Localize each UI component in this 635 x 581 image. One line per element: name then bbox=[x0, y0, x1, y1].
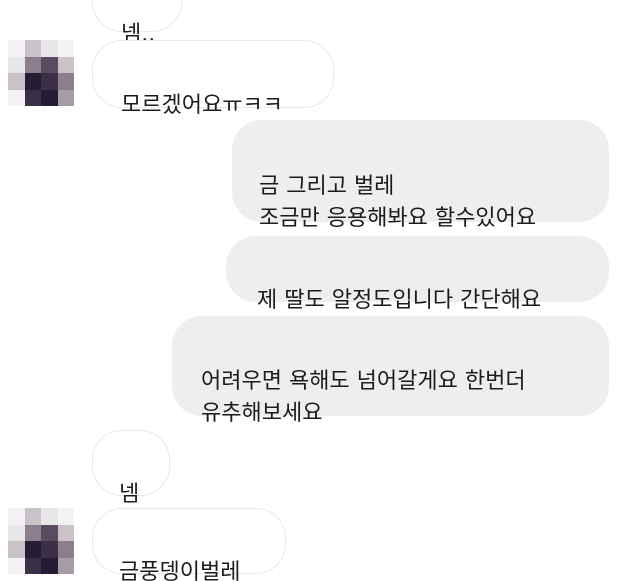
message-bubble-incoming[interactable]: 넴 bbox=[92, 430, 170, 507]
avatar-pixel bbox=[41, 557, 58, 574]
avatar-pixel bbox=[8, 557, 25, 574]
message-text: 어려우면 욕해도 넘어갈게요 한번더 유추해보세요 bbox=[201, 369, 526, 426]
message-bubble-outgoing[interactable]: 어려우면 욕해도 넘어갈게요 한번더 유추해보세요 bbox=[172, 316, 609, 426]
avatar-pixel bbox=[8, 541, 25, 558]
avatar-pixel bbox=[8, 508, 25, 525]
avatar-pixel bbox=[24, 73, 41, 90]
avatar-pixel bbox=[41, 541, 58, 558]
avatar-pixel bbox=[57, 40, 74, 57]
message-bubble-incoming[interactable]: 넴.. bbox=[92, 0, 182, 47]
avatar-pixel bbox=[57, 541, 74, 558]
avatar-pixel bbox=[8, 56, 25, 73]
avatar-pixel bbox=[24, 89, 41, 106]
avatar-pixel bbox=[24, 557, 41, 574]
message-text: 모르겠어요ㅠㅋㅋ bbox=[121, 93, 283, 118]
avatar-pixel bbox=[8, 524, 25, 541]
avatar-pixel bbox=[41, 56, 58, 73]
avatar-pixel bbox=[57, 89, 74, 106]
message-bubble-incoming[interactable]: 금풍뎅이벌레 bbox=[92, 508, 286, 581]
avatar-pixel bbox=[24, 508, 41, 525]
message-bubble-incoming[interactable]: 모르겠어요ㅠㅋㅋ bbox=[92, 40, 334, 118]
avatar-pixel bbox=[41, 40, 58, 57]
message-text: 제 딸도 알정도입니다 간단해요 bbox=[257, 288, 542, 313]
avatar-pixel bbox=[57, 557, 74, 574]
avatar-pixel bbox=[57, 56, 74, 73]
avatar-pixel bbox=[24, 40, 41, 57]
message-text: 넴 bbox=[119, 482, 140, 507]
sender-avatar[interactable] bbox=[8, 40, 74, 106]
sender-avatar[interactable] bbox=[8, 508, 74, 574]
avatar-pixel bbox=[8, 89, 25, 106]
avatar-pixel bbox=[8, 73, 25, 90]
avatar-pixel bbox=[8, 40, 25, 57]
message-text: 금풍뎅이벌레 bbox=[119, 560, 241, 581]
message-text: 금 그리고 벌레 조금만 응용해봐요 할수있어요 bbox=[259, 174, 537, 231]
message-bubble-outgoing[interactable]: 제 딸도 알정도입니다 간단해요 bbox=[226, 236, 609, 313]
avatar-pixel bbox=[57, 524, 74, 541]
avatar-pixel bbox=[41, 524, 58, 541]
avatar-pixel bbox=[57, 73, 74, 90]
avatar-pixel bbox=[57, 508, 74, 525]
avatar-pixel bbox=[41, 89, 58, 106]
message-bubble-outgoing[interactable]: 금 그리고 벌레 조금만 응용해봐요 할수있어요 bbox=[232, 120, 609, 231]
avatar-pixel bbox=[41, 508, 58, 525]
avatar-pixel bbox=[24, 524, 41, 541]
avatar-pixel bbox=[41, 73, 58, 90]
avatar-pixel bbox=[24, 541, 41, 558]
avatar-pixel bbox=[24, 56, 41, 73]
chat-thread: 넴.. 모르겠어요ㅠㅋㅋ 금 그리고 벌레 조금만 응용해봐요 할수있어요 제 … bbox=[0, 0, 635, 581]
